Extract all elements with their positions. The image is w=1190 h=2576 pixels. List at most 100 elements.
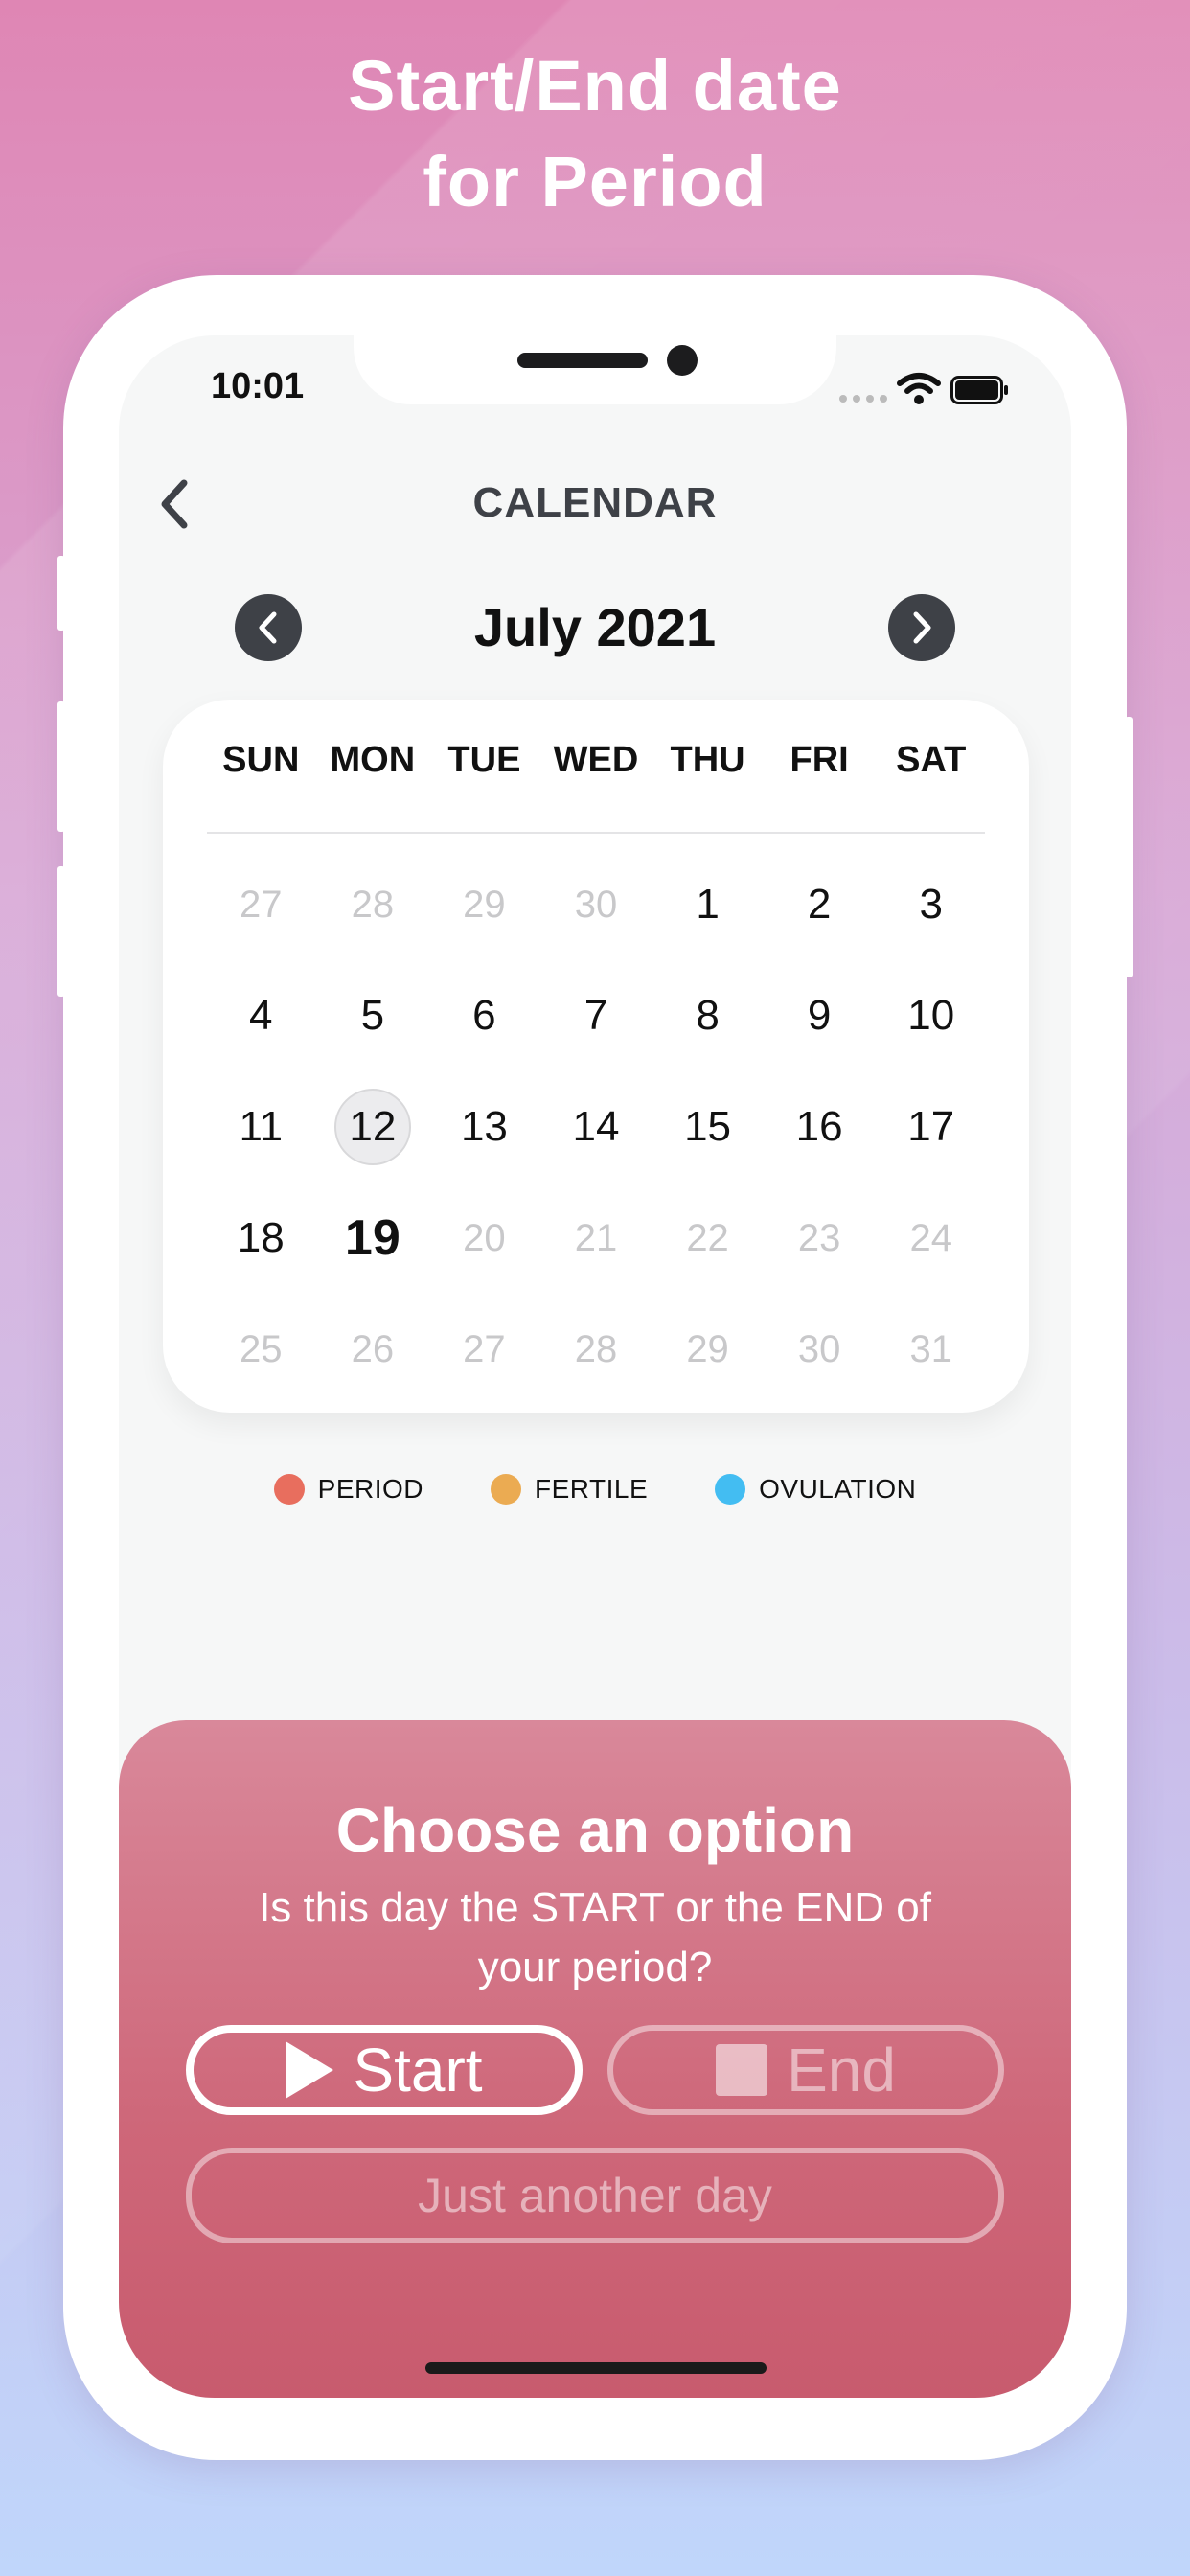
calendar-day[interactable]: 23 [764,1183,876,1294]
calendar-day[interactable]: 6 [428,960,540,1071]
calendar-day-number: 19 [344,1210,400,1266]
calendar-day-number: 25 [240,1327,283,1370]
calendar-day-number: 8 [696,992,720,1039]
legend-item-ovulation: OVULATION [715,1474,916,1505]
calendar-day-number: 28 [574,1327,618,1370]
calendar-day[interactable]: 16 [764,1071,876,1183]
calendar-day[interactable]: 20 [428,1183,540,1294]
just-another-day-label: Just another day [418,2169,772,2222]
end-button[interactable]: End [607,2025,1004,2115]
just-another-day-button[interactable]: Just another day [186,2148,1004,2243]
calendar-day-number: 1 [696,881,720,928]
wifi-icon [897,373,941,404]
calendar-day-number: 31 [909,1327,952,1370]
calendar-day-number: 30 [797,1327,841,1370]
calendar-day[interactable]: 14 [540,1071,652,1183]
option-bottom-sheet: Choose an option Is this day the START o… [119,1720,1071,2398]
next-month-button[interactable] [888,594,955,661]
calendar-day[interactable]: 8 [652,960,764,1071]
weekday-label: TUE [447,740,521,780]
ovulation-dot-icon [715,1474,746,1505]
calendar-day[interactable]: 12 [317,1071,429,1183]
calendar-day-number: 15 [684,1103,732,1150]
calendar-day-number: 6 [472,992,496,1039]
legend-label: OVULATION [759,1474,917,1504]
calendar-day[interactable]: 27 [205,849,317,960]
calendar-day[interactable]: 18 [205,1183,317,1294]
calendar-day[interactable]: 29 [652,1294,764,1405]
period-dot-icon [273,1474,305,1505]
calendar-day[interactable]: 2 [764,849,876,960]
calendar-day-number: 26 [351,1327,395,1370]
chevron-right-icon [913,611,931,644]
calendar-day-number: 14 [572,1103,620,1150]
calendar-day[interactable]: 3 [875,849,987,960]
legend-label: FERTILE [535,1474,649,1504]
calendar-day-number: 23 [797,1216,841,1259]
calendar-day[interactable]: 4 [205,960,317,1071]
calendar-day[interactable]: 17 [875,1071,987,1183]
front-camera [667,345,698,376]
calendar-day[interactable]: 26 [317,1294,429,1405]
calendar-day-grid: 27 28 29 30 1 2 3 4 5 6 7 8 9 10 11 12 13 14 15 16 17 18 19 20 2… [205,849,987,1405]
calendar-day-number: 7 [584,992,608,1039]
legend-label: PERIOD [317,1474,423,1504]
promo-headline: Start/End date for Period [0,38,1190,230]
calendar-day[interactable]: 13 [428,1071,540,1183]
calendar-day[interactable]: 28 [540,1294,652,1405]
calendar-day-number: 28 [351,883,395,926]
calendar-day[interactable]: 31 [875,1294,987,1405]
calendar-day[interactable]: 7 [540,960,652,1071]
calendar-day-number: 27 [463,1327,506,1370]
weekday-label: FRI [790,740,849,780]
phone-screen: 10:01 CALENDAR July 2021 SUN MON TUE WED… [119,335,1071,2398]
calendar-day-number: 12 [349,1103,397,1150]
weekday-label: SAT [896,740,967,780]
calendar-day-number: 10 [907,992,955,1039]
calendar-day-number: 2 [807,881,832,928]
calendar-day-number: 27 [240,883,283,926]
battery-icon [950,376,1008,404]
calendar-day-number: 29 [463,883,506,926]
calendar-day[interactable]: 27 [428,1294,540,1405]
calendar-day-number: 5 [360,992,385,1039]
calendar-day[interactable]: 19 [317,1183,429,1294]
headline-line-2: for Period [423,142,767,221]
calendar-day-number: 16 [795,1103,843,1150]
legend: PERIOD FERTILE OVULATION [119,1474,1071,1505]
fertile-dot-icon [491,1474,521,1505]
calendar-day[interactable]: 30 [540,849,652,960]
calendar-day-number: 24 [909,1216,952,1259]
calendar-day-number: 3 [919,881,943,928]
cellular-signal-icon [839,395,887,402]
calendar-day[interactable]: 30 [764,1294,876,1405]
start-button[interactable]: Start [186,2025,583,2115]
phone-volume-down-button [57,866,65,997]
calendar-day[interactable]: 15 [652,1071,764,1183]
calendar-day[interactable]: 11 [205,1071,317,1183]
calendar-day[interactable]: 10 [875,960,987,1071]
calendar-day-number: 18 [237,1214,285,1261]
calendar-day[interactable]: 24 [875,1183,987,1294]
calendar-day[interactable]: 1 [652,849,764,960]
calendar-day[interactable]: 22 [652,1183,764,1294]
legend-item-fertile: FERTILE [491,1474,648,1505]
calendar-day[interactable]: 9 [764,960,876,1071]
sheet-title: Choose an option [335,1796,855,1865]
calendar-day-number: 9 [807,992,832,1039]
calendar-day-number: 4 [249,992,273,1039]
calendar-day[interactable]: 25 [205,1294,317,1405]
speaker-grille [517,353,648,368]
page-title: CALENDAR [472,479,718,526]
calendar-divider [207,832,985,834]
calendar-day[interactable]: 29 [428,849,540,960]
calendar-day[interactable]: 5 [317,960,429,1071]
calendar-day-number: 29 [686,1327,729,1370]
calendar-day-number: 20 [463,1216,506,1259]
legend-item-period: PERIOD [273,1474,423,1505]
sheet-subtitle: Is this day the START or the END of your… [259,1884,931,1990]
calendar-day[interactable]: 21 [540,1183,652,1294]
calendar-day-number: 11 [239,1103,284,1150]
start-button-label: Start [353,2036,483,2104]
calendar-day[interactable]: 28 [317,849,429,960]
